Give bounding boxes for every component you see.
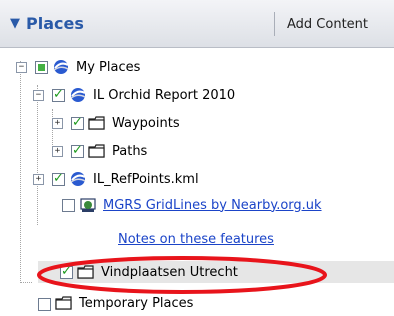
notes-on-features-link[interactable]: Notes on these features — [118, 232, 274, 247]
network-link-icon — [79, 197, 97, 213]
highlight-oval — [37, 256, 327, 294]
tree-item-label: My Places — [76, 59, 141, 75]
tree-item-my-places[interactable]: − My Places — [16, 55, 140, 79]
folder-icon — [88, 143, 106, 159]
collapse-toggle[interactable]: − — [33, 89, 44, 101]
tree-item-label: Temporary Places — [79, 296, 194, 311]
checkbox-paths[interactable] — [71, 143, 84, 158]
mgrs-gridlines-link[interactable]: MGRS GridLines by Nearby.org.uk — [103, 198, 322, 213]
google-earth-globe-icon — [69, 87, 87, 103]
tree-item-label: Waypoints — [112, 115, 180, 131]
tree-item-mgrs-gridlines[interactable]: MGRS GridLines by Nearby.org.uk — [33, 193, 322, 217]
folder-icon — [55, 295, 73, 311]
expand-toggle[interactable]: + — [52, 117, 63, 129]
checkbox-mgrs-gridlines[interactable] — [62, 198, 75, 212]
tree-item-label: IL_RefPoints.kml — [93, 171, 199, 187]
checkbox-il-orchid-report[interactable] — [52, 87, 65, 102]
places-tree: − My Places − IL Orchid Report 2010 + — [0, 47, 394, 316]
places-panel-header: ▼ Places Add Content — [0, 0, 394, 48]
checkbox-my-places[interactable] — [35, 60, 48, 74]
folder-icon — [88, 115, 106, 131]
add-content-button[interactable]: Add Content — [274, 12, 394, 36]
tree-guide-line — [20, 61, 21, 283]
google-earth-globe-icon — [69, 171, 87, 187]
google-earth-globe-icon — [52, 59, 70, 75]
tree-item-paths[interactable]: + Paths — [52, 139, 147, 163]
tree-item-il-orchid-report[interactable]: − IL Orchid Report 2010 — [33, 83, 235, 107]
collapse-triangle-icon[interactable]: ▼ — [10, 16, 20, 31]
tree-item-temporary-places[interactable]: Temporary Places — [38, 293, 193, 311]
expand-toggle[interactable]: + — [33, 173, 44, 185]
checkbox-temporary-places[interactable] — [38, 298, 51, 311]
checkbox-il-refpoints[interactable] — [52, 171, 65, 186]
places-toggle[interactable]: ▼ Places — [10, 12, 84, 34]
collapse-toggle[interactable]: − — [16, 61, 27, 73]
notes-link-row: Notes on these features — [118, 227, 274, 251]
checkbox-waypoints[interactable] — [71, 115, 84, 130]
tree-item-waypoints[interactable]: + Waypoints — [52, 111, 180, 135]
expand-toggle[interactable]: + — [52, 145, 63, 157]
tree-item-label: IL Orchid Report 2010 — [93, 87, 236, 103]
tree-item-il-refpoints[interactable]: + IL_RefPoints.kml — [33, 167, 199, 191]
tree-item-label: Paths — [112, 143, 148, 159]
places-title: Places — [26, 13, 84, 33]
tree-guide-line — [20, 282, 32, 283]
